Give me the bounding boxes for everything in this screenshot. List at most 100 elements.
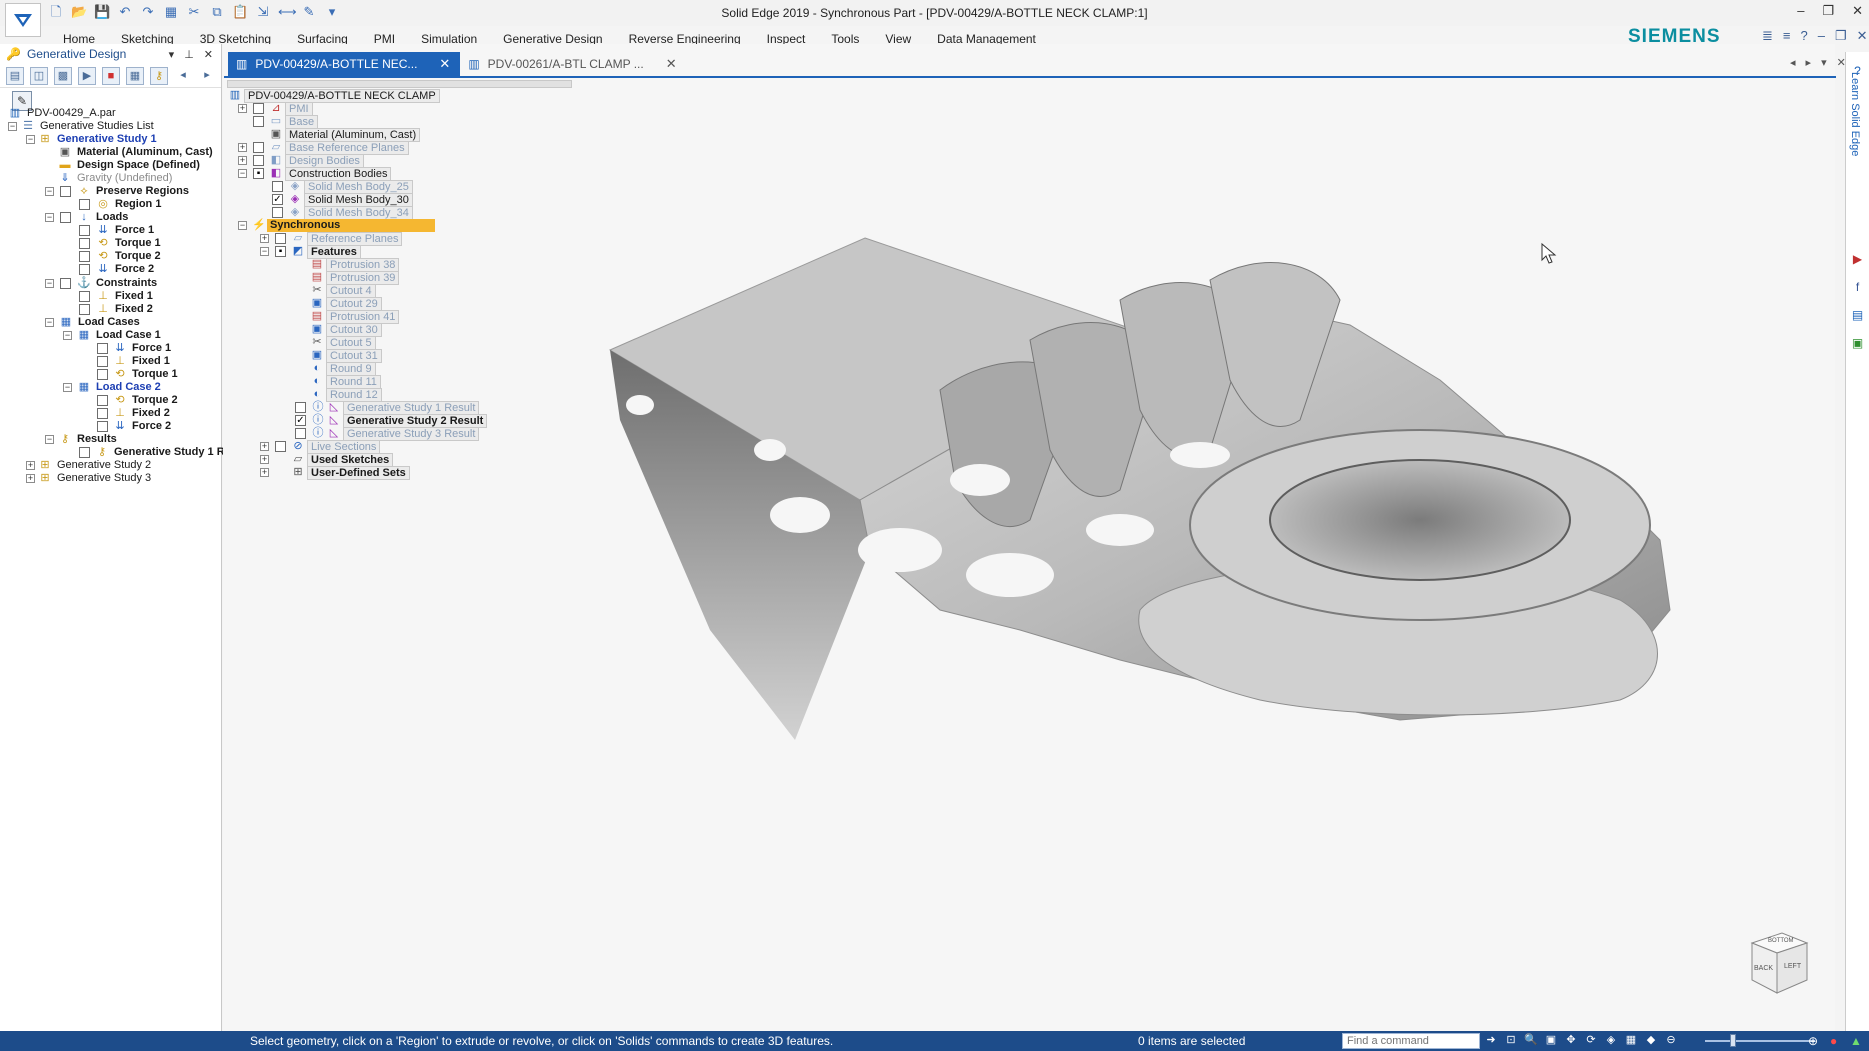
collapse-icon[interactable]: − [26,135,35,144]
study-icon[interactable]: ▤ [6,66,24,85]
tab-close-icon[interactable]: ✕ [666,52,677,76]
rotate-icon[interactable]: ⟳ [1584,1032,1598,1048]
collapse-icon[interactable]: − [8,122,17,131]
properties-icon[interactable]: ▤ [1849,306,1867,324]
expand-icon[interactable]: + [238,143,247,152]
visibility-checkbox[interactable] [60,212,71,223]
visibility-checkbox[interactable] [79,225,90,236]
visibility-checkbox[interactable] [253,103,264,114]
visibility-checkbox[interactable] [79,291,90,302]
zoom-area-icon[interactable]: ⊡ [1504,1032,1518,1048]
visibility-checkbox[interactable] [275,233,286,244]
generate-icon[interactable]: ▶ [78,66,96,85]
visibility-checkbox[interactable] [295,428,306,439]
facebook-icon[interactable]: f [1849,278,1867,296]
visibility-checkbox[interactable] [97,343,108,354]
minimize-icon[interactable]: – [1797,3,1804,19]
doc-close-icon[interactable]: ✕ [1857,28,1868,44]
collapse-icon[interactable]: − [260,247,269,256]
visibility-checkbox[interactable] [253,142,264,153]
expand-icon[interactable]: + [238,156,247,165]
view-cube-face[interactable]: BACK [1754,965,1773,972]
visibility-checkbox[interactable] [97,369,108,380]
close-icon[interactable]: ✕ [1852,3,1863,19]
visibility-checkbox[interactable] [275,441,286,452]
visibility-checkbox[interactable] [97,421,108,432]
doc-minimize-icon[interactable]: – [1818,28,1825,44]
style-icon[interactable]: ◆ [1644,1032,1658,1048]
collapse-icon[interactable]: − [45,435,54,444]
color-icon[interactable]: ■ [102,66,120,85]
application-menu-button[interactable] [5,3,41,37]
view-icon[interactable]: ◈ [1604,1032,1618,1048]
expand-icon[interactable]: + [260,468,269,477]
visibility-checkbox[interactable] [97,408,108,419]
visibility-checkbox[interactable] [60,186,71,197]
view-cube-face[interactable]: BOTTOM [1768,938,1794,944]
help-icon[interactable]: ? [1801,28,1808,44]
zoom-slider[interactable] [1705,1040,1815,1042]
panel-menu-icon[interactable]: ▾ [169,48,175,61]
tab-scroll-left-icon[interactable]: ◂ [1790,56,1796,69]
find-command-input[interactable] [1342,1033,1480,1049]
upload-icon[interactable]: ▲ [1850,1031,1862,1051]
go-icon[interactable]: ➜ [1484,1032,1498,1048]
tab-btl-clamp[interactable]: ▥ PDV-00261/A-BTL CLAMP ... ✕ [460,52,687,76]
panel-close-icon[interactable]: ✕ [204,48,213,61]
visibility-checkbox[interactable] [79,447,90,458]
visibility-checkbox[interactable] [79,264,90,275]
model-viewport[interactable] [560,180,1680,880]
collapse-icon[interactable]: − [45,213,54,222]
material-icon[interactable]: ◫ [30,66,48,85]
tab-bottle-neck-clamp[interactable]: ▥ PDV-00429/A-BOTTLE NEC... ✕ [228,52,461,76]
tab-scroll-right-icon[interactable]: ▸ [1806,56,1812,69]
expand-icon[interactable]: + [26,461,35,470]
pathfinder-splitter[interactable] [227,80,572,88]
key-icon[interactable]: ⚷ [150,66,168,85]
collapse-icon[interactable]: − [63,331,72,340]
visibility-checkbox[interactable] [79,199,90,210]
visibility-checkbox[interactable] [97,395,108,406]
expand-icon[interactable]: + [26,474,35,483]
view-cube-face[interactable]: LEFT [1784,963,1802,970]
back-icon[interactable]: ◂ [174,67,192,85]
visibility-checkbox[interactable] [272,181,283,192]
visibility-checkbox[interactable] [272,207,283,218]
youtube-icon[interactable]: ▶ [1849,250,1867,268]
expand-icon[interactable]: + [260,234,269,243]
forward-icon[interactable]: ▸ [198,67,216,85]
visibility-checkbox[interactable] [295,402,306,413]
visibility-checkbox[interactable] [79,251,90,262]
clipboard-icon[interactable]: ▣ [1849,334,1867,352]
collapse-icon[interactable]: − [45,279,54,288]
results-icon[interactable]: ▦ [126,66,144,85]
visibility-checkbox[interactable] [253,116,264,127]
zoom-slider-handle[interactable] [1730,1034,1736,1047]
pin-icon[interactable]: ⊥ [184,48,194,61]
visibility-checkbox[interactable] [97,356,108,367]
expand-icon[interactable]: + [238,104,247,113]
expand-icon[interactable]: + [260,455,269,464]
zoom-out-icon[interactable]: ⊖ [1664,1032,1678,1048]
fit-icon[interactable]: ▣ [1544,1032,1558,1048]
shade-icon[interactable]: ▦ [1624,1032,1638,1048]
tab-list-icon[interactable]: ▾ [1821,56,1827,69]
view-cube[interactable]: BACK LEFT BOTTOM [1742,928,1812,998]
ribbon-layout-icon[interactable]: ≡ [1783,28,1791,44]
collapse-icon[interactable]: − [45,318,54,327]
visibility-checkbox[interactable]: ✓ [272,194,283,205]
visibility-checkbox[interactable]: ✓ [295,415,306,426]
learn-solid-edge-tab[interactable]: Learn Solid Edge [1849,72,1861,156]
collapse-icon[interactable]: − [238,169,247,178]
visibility-checkbox[interactable] [79,304,90,315]
zoom-icon[interactable]: 🔍 [1524,1032,1538,1048]
visibility-checkbox[interactable]: ▪ [275,246,286,257]
mesh-icon[interactable]: ▩ [54,66,72,85]
collapse-icon[interactable]: − [63,383,72,392]
collapse-icon[interactable]: − [238,221,247,230]
visibility-checkbox[interactable] [60,278,71,289]
visibility-checkbox[interactable] [79,238,90,249]
expand-icon[interactable]: + [260,442,269,451]
visibility-checkbox[interactable]: ▪ [253,168,264,179]
zoom-in-icon[interactable]: ⊕ [1808,1031,1818,1051]
